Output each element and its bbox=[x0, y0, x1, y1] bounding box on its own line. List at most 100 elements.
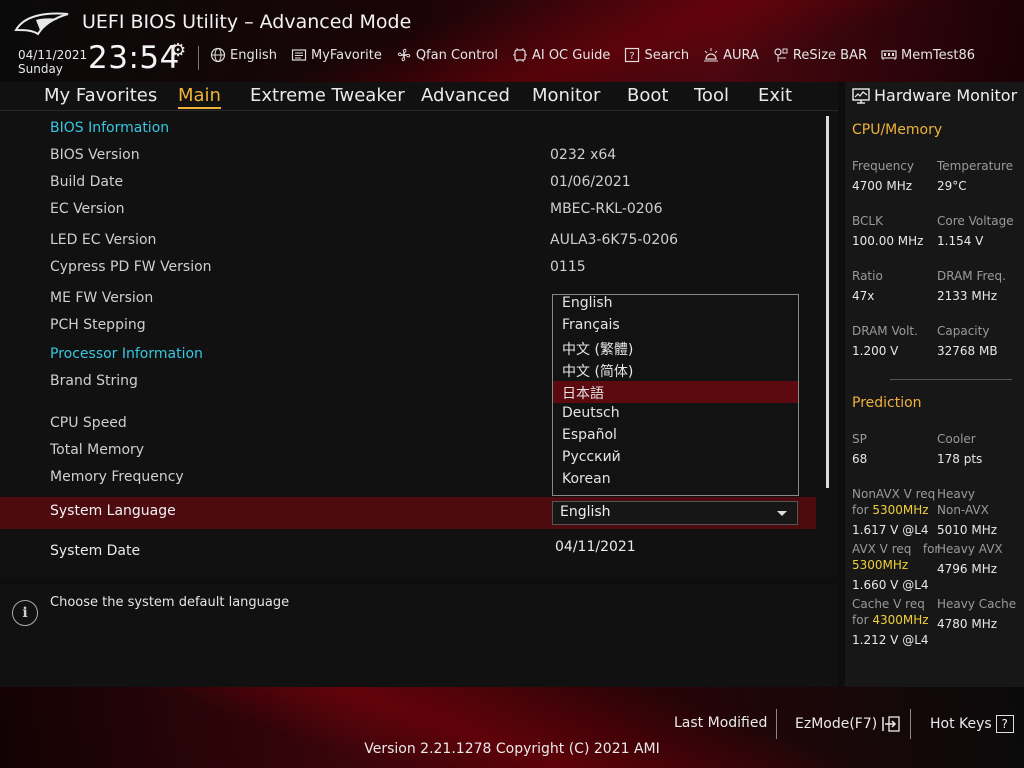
system-language-value: English bbox=[560, 504, 611, 520]
language-label: English bbox=[230, 47, 277, 63]
myfavorite-button[interactable]: MyFavorite bbox=[291, 47, 382, 63]
search-button[interactable]: ? Search bbox=[624, 47, 689, 63]
qfan-label: Qfan Control bbox=[415, 47, 498, 63]
avx-freq-highlight: 5300MHz bbox=[852, 558, 909, 572]
svg-text:?: ? bbox=[630, 51, 635, 62]
language-option-label: Русский bbox=[562, 449, 621, 465]
hot-keys-button[interactable]: Hot Keys ? bbox=[930, 715, 1014, 733]
heavy-nonavx-value: 5010 MHz bbox=[937, 523, 998, 537]
dram-volt-label: DRAM Volt. bbox=[852, 324, 918, 338]
bios-information-header: BIOS Information bbox=[50, 120, 170, 136]
ratio-label: Ratio bbox=[852, 269, 883, 283]
memtest-button[interactable]: MemTest86 bbox=[881, 47, 975, 63]
cooler-label: Cooler bbox=[937, 432, 976, 446]
cpu-memory-header: CPU/Memory bbox=[852, 122, 943, 138]
tab-boot[interactable]: Boot bbox=[627, 85, 668, 106]
header-bar: UEFI BIOS Utility – Advanced Mode 04/11/… bbox=[0, 0, 1024, 82]
tab-main[interactable]: Main bbox=[178, 85, 221, 109]
language-option[interactable]: 中文 (繁體) bbox=[553, 337, 798, 359]
capacity-value: 32768 MB bbox=[937, 344, 998, 358]
tab-extreme-tweaker[interactable]: Extreme Tweaker bbox=[250, 85, 405, 106]
cache-for-text: for bbox=[852, 613, 869, 627]
heavy-cache-label: Heavy Cache bbox=[937, 597, 1017, 611]
exit-arrow-icon bbox=[882, 716, 900, 732]
main-scrollbar[interactable] bbox=[826, 116, 829, 488]
nonavx-vreq-label: NonAVX V req for 5300MHz bbox=[852, 486, 935, 518]
language-option[interactable]: Español bbox=[553, 425, 798, 447]
language-option[interactable]: Deutsch bbox=[553, 403, 798, 425]
hardware-monitor-title: Hardware Monitor bbox=[852, 86, 1017, 105]
clock-settings-gear-icon[interactable]: ⚙ bbox=[170, 40, 186, 61]
language-button[interactable]: English bbox=[210, 47, 277, 63]
ezmode-label: EzMode(F7) bbox=[795, 716, 878, 732]
main-nav: My Favorites Main Extreme Tweaker Advanc… bbox=[0, 82, 838, 111]
sp-label: SP bbox=[852, 432, 867, 446]
hardware-monitor-label: Hardware Monitor bbox=[874, 86, 1018, 105]
language-option[interactable]: Korean bbox=[553, 469, 798, 491]
core-voltage-label: Core Voltage bbox=[937, 214, 1014, 228]
nonavx-vreq-label-line2: for 5300MHz bbox=[852, 502, 935, 518]
tab-advanced[interactable]: Advanced bbox=[421, 85, 510, 106]
footer-bar: Last Modified EzMode(F7) Hot Keys ? Vers… bbox=[0, 687, 1024, 768]
toolbar: English MyFavorite Qfan Control AI OC Gu… bbox=[210, 47, 975, 63]
language-option-label: English bbox=[562, 295, 613, 311]
question-key-icon: ? bbox=[995, 715, 1014, 733]
heavy-nonavx-label: Heavy Non-AVX bbox=[937, 486, 989, 518]
date-text: 04/11/2021 bbox=[18, 48, 88, 62]
tab-my-favorites[interactable]: My Favorites bbox=[44, 85, 157, 106]
resize-bar-icon bbox=[774, 48, 788, 62]
last-modified-label: Last Modified bbox=[674, 715, 768, 731]
rog-logo-icon bbox=[14, 12, 69, 36]
tab-exit[interactable]: Exit bbox=[758, 85, 792, 106]
memory-frequency-label: Memory Frequency bbox=[50, 469, 184, 485]
ai-oc-guide-button[interactable]: AI OC Guide bbox=[512, 47, 610, 63]
bclk-label: BCLK bbox=[852, 214, 883, 228]
language-option[interactable]: English bbox=[553, 293, 798, 315]
last-modified-button[interactable]: Last Modified bbox=[674, 715, 767, 731]
nonavx-freq-highlight: 5300MHz bbox=[872, 503, 929, 517]
language-option[interactable]: 中文 (简体) bbox=[553, 359, 798, 381]
avx-vreq-label: AVX V req for 5300MHz bbox=[852, 541, 939, 573]
system-language-select[interactable]: English bbox=[552, 501, 798, 525]
app-title: UEFI BIOS Utility – Advanced Mode bbox=[82, 11, 412, 33]
language-option[interactable]: Русский bbox=[553, 447, 798, 469]
heavy-avx-label: Heavy AVX bbox=[937, 542, 1003, 556]
ezmode-button[interactable]: EzMode(F7) bbox=[795, 715, 901, 733]
ec-version-value: MBEC-RKL-0206 bbox=[550, 201, 663, 217]
date-display: 04/11/2021 Sunday bbox=[18, 48, 87, 76]
led-ec-version-label: LED EC Version bbox=[50, 232, 157, 248]
avx-vreq-label-line1: AVX V req for bbox=[852, 541, 939, 557]
fan-icon bbox=[397, 48, 411, 62]
total-memory-label: Total Memory bbox=[50, 442, 145, 458]
dram-volt-value: 1.200 V bbox=[852, 344, 899, 358]
language-option-label: 中文 (繁體) bbox=[562, 342, 634, 358]
heavy-cache-value: 4780 MHz bbox=[937, 617, 998, 631]
system-date-value[interactable]: 04/11/2021 bbox=[555, 539, 636, 555]
monitor-icon bbox=[852, 87, 870, 104]
info-icon: i bbox=[12, 600, 38, 626]
aura-button[interactable]: AURA bbox=[703, 47, 759, 63]
resize-bar-button[interactable]: ReSize BAR bbox=[773, 47, 867, 63]
capacity-label: Capacity bbox=[937, 324, 990, 338]
cooler-value: 178 pts bbox=[937, 452, 983, 466]
heavy-avx-value: 4796 MHz bbox=[937, 562, 998, 576]
clock-display[interactable]: 23:54 bbox=[88, 40, 180, 76]
memory-module-icon bbox=[881, 50, 897, 60]
cpu-speed-label: CPU Speed bbox=[50, 415, 127, 431]
language-option-label: Deutsch bbox=[562, 405, 620, 421]
qfan-control-button[interactable]: Qfan Control bbox=[396, 47, 498, 63]
system-date-label: System Date bbox=[50, 543, 141, 559]
tab-tool[interactable]: Tool bbox=[694, 85, 729, 106]
bios-version-label: BIOS Version bbox=[50, 147, 140, 163]
tab-monitor[interactable]: Monitor bbox=[532, 85, 600, 106]
aura-label: AURA bbox=[723, 47, 759, 63]
myfavorite-label: MyFavorite bbox=[310, 47, 382, 63]
footer-divider bbox=[910, 709, 911, 739]
language-option-highlighted[interactable]: 日本語 bbox=[553, 381, 798, 403]
ai-chip-icon bbox=[512, 48, 527, 62]
core-voltage-value: 1.154 V bbox=[937, 234, 984, 248]
day-text: Sunday bbox=[18, 62, 63, 76]
heavy-nonavx-label-line1: Heavy bbox=[937, 487, 975, 501]
language-option[interactable]: Français bbox=[553, 315, 798, 337]
search-question-icon: ? bbox=[625, 47, 640, 63]
